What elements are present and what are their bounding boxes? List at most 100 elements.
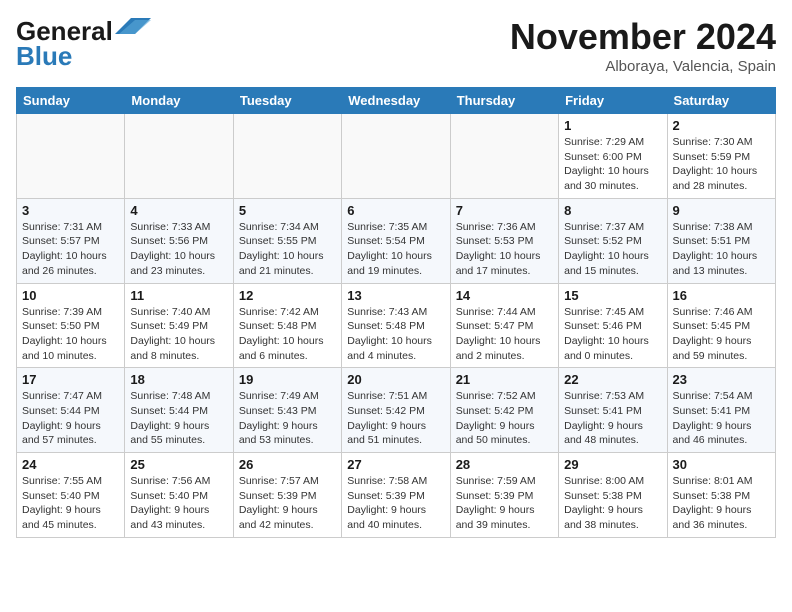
calendar-week-row: 3 Sunrise: 7:31 AM Sunset: 5:57 PM Daylig… [17, 198, 776, 283]
day-number: 29 [564, 457, 661, 472]
day-info: Sunrise: 7:29 AM Sunset: 6:00 PM Dayligh… [564, 135, 661, 194]
day-number: 17 [22, 372, 119, 387]
day-info: Sunrise: 7:47 AM Sunset: 5:44 PM Dayligh… [22, 389, 119, 448]
day-info: Sunrise: 7:31 AM Sunset: 5:57 PM Dayligh… [22, 220, 119, 279]
day-info: Sunrise: 7:57 AM Sunset: 5:39 PM Dayligh… [239, 474, 336, 533]
day-number: 13 [347, 288, 444, 303]
day-number: 8 [564, 203, 661, 218]
day-info: Sunrise: 7:39 AM Sunset: 5:50 PM Dayligh… [22, 305, 119, 364]
day-info: Sunrise: 7:46 AM Sunset: 5:45 PM Dayligh… [673, 305, 770, 364]
calendar-cell: 5 Sunrise: 7:34 AM Sunset: 5:55 PM Daylig… [233, 198, 341, 283]
calendar-cell: 13Sunrise: 7:43 AM Sunset: 5:48 PM Dayli… [342, 283, 450, 368]
calendar-week-row: 1 Sunrise: 7:29 AM Sunset: 6:00 PM Daylig… [17, 114, 776, 199]
day-number: 12 [239, 288, 336, 303]
day-number: 3 [22, 203, 119, 218]
calendar-cell: 1 Sunrise: 7:29 AM Sunset: 6:00 PM Daylig… [559, 114, 667, 199]
calendar-cell: 9Sunrise: 7:38 AM Sunset: 5:51 PM Daylig… [667, 198, 775, 283]
weekday-header-monday: Monday [125, 88, 233, 114]
day-info: Sunrise: 7:33 AM Sunset: 5:56 PM Dayligh… [130, 220, 227, 279]
day-number: 5 [239, 203, 336, 218]
day-number: 22 [564, 372, 661, 387]
calendar-cell: 19 Sunrise: 7:49 AM Sunset: 5:43 PM Dayli… [233, 368, 341, 453]
calendar-cell: 24 Sunrise: 7:55 AM Sunset: 5:40 PM Dayli… [17, 453, 125, 538]
day-info: Sunrise: 7:36 AM Sunset: 5:53 PM Dayligh… [456, 220, 553, 279]
day-info: Sunrise: 7:30 AM Sunset: 5:59 PM Dayligh… [673, 135, 770, 194]
day-info: Sunrise: 7:37 AM Sunset: 5:52 PM Dayligh… [564, 220, 661, 279]
calendar-cell: 25 Sunrise: 7:56 AM Sunset: 5:40 PM Dayli… [125, 453, 233, 538]
day-number: 30 [673, 457, 770, 472]
calendar-cell: 2 Sunrise: 7:30 AM Sunset: 5:59 PM Daylig… [667, 114, 775, 199]
calendar-cell [450, 114, 558, 199]
calendar-cell: 26 Sunrise: 7:57 AM Sunset: 5:39 PM Dayli… [233, 453, 341, 538]
day-number: 24 [22, 457, 119, 472]
logo: General Blue [16, 16, 159, 72]
calendar-cell: 7 Sunrise: 7:36 AM Sunset: 5:53 PM Daylig… [450, 198, 558, 283]
weekday-header-thursday: Thursday [450, 88, 558, 114]
day-number: 4 [130, 203, 227, 218]
weekday-header-tuesday: Tuesday [233, 88, 341, 114]
day-info: Sunrise: 7:35 AM Sunset: 5:54 PM Dayligh… [347, 220, 444, 279]
day-info: Sunrise: 7:34 AM Sunset: 5:55 PM Dayligh… [239, 220, 336, 279]
calendar-cell: 14Sunrise: 7:44 AM Sunset: 5:47 PM Dayli… [450, 283, 558, 368]
calendar-table: SundayMondayTuesdayWednesdayThursdayFrid… [16, 87, 776, 538]
calendar-cell: 23Sunrise: 7:54 AM Sunset: 5:41 PM Dayli… [667, 368, 775, 453]
day-number: 21 [456, 372, 553, 387]
day-number: 20 [347, 372, 444, 387]
weekday-header-wednesday: Wednesday [342, 88, 450, 114]
calendar-week-row: 10 Sunrise: 7:39 AM Sunset: 5:50 PM Dayli… [17, 283, 776, 368]
day-info: Sunrise: 7:56 AM Sunset: 5:40 PM Dayligh… [130, 474, 227, 533]
calendar-cell: 22 Sunrise: 7:53 AM Sunset: 5:41 PM Dayli… [559, 368, 667, 453]
day-info: Sunrise: 7:53 AM Sunset: 5:41 PM Dayligh… [564, 389, 661, 448]
calendar-cell: 6 Sunrise: 7:35 AM Sunset: 5:54 PM Daylig… [342, 198, 450, 283]
day-number: 26 [239, 457, 336, 472]
day-number: 27 [347, 457, 444, 472]
day-number: 6 [347, 203, 444, 218]
calendar-cell: 21 Sunrise: 7:52 AM Sunset: 5:42 PM Dayli… [450, 368, 558, 453]
day-info: Sunrise: 7:44 AM Sunset: 5:47 PM Dayligh… [456, 305, 553, 364]
calendar-cell: 4 Sunrise: 7:33 AM Sunset: 5:56 PM Daylig… [125, 198, 233, 283]
calendar-cell: 15 Sunrise: 7:45 AM Sunset: 5:46 PM Dayli… [559, 283, 667, 368]
day-number: 25 [130, 457, 227, 472]
day-number: 11 [130, 288, 227, 303]
title-block: November 2024 Alboraya, Valencia, Spain [510, 16, 776, 75]
day-info: Sunrise: 7:52 AM Sunset: 5:42 PM Dayligh… [456, 389, 553, 448]
calendar-cell: 30 Sunrise: 8:01 AM Sunset: 5:38 PM Dayli… [667, 453, 775, 538]
day-info: Sunrise: 8:00 AM Sunset: 5:38 PM Dayligh… [564, 474, 661, 533]
calendar-cell: 20Sunrise: 7:51 AM Sunset: 5:42 PM Dayli… [342, 368, 450, 453]
day-number: 2 [673, 118, 770, 133]
day-number: 15 [564, 288, 661, 303]
calendar-cell: 10 Sunrise: 7:39 AM Sunset: 5:50 PM Dayli… [17, 283, 125, 368]
calendar-header-row: SundayMondayTuesdayWednesdayThursdayFrid… [17, 88, 776, 114]
calendar-cell [233, 114, 341, 199]
day-info: Sunrise: 7:49 AM Sunset: 5:43 PM Dayligh… [239, 389, 336, 448]
day-info: Sunrise: 7:55 AM Sunset: 5:40 PM Dayligh… [22, 474, 119, 533]
calendar-week-row: 24 Sunrise: 7:55 AM Sunset: 5:40 PM Dayli… [17, 453, 776, 538]
day-info: Sunrise: 7:38 AM Sunset: 5:51 PM Dayligh… [673, 220, 770, 279]
day-number: 23 [673, 372, 770, 387]
day-info: Sunrise: 7:59 AM Sunset: 5:39 PM Dayligh… [456, 474, 553, 533]
day-info: Sunrise: 7:40 AM Sunset: 5:49 PM Dayligh… [130, 305, 227, 364]
calendar-cell: 18Sunrise: 7:48 AM Sunset: 5:44 PM Dayli… [125, 368, 233, 453]
calendar-cell: 17 Sunrise: 7:47 AM Sunset: 5:44 PM Dayli… [17, 368, 125, 453]
calendar-cell: 29 Sunrise: 8:00 AM Sunset: 5:38 PM Dayli… [559, 453, 667, 538]
day-info: Sunrise: 7:45 AM Sunset: 5:46 PM Dayligh… [564, 305, 661, 364]
day-info: Sunrise: 8:01 AM Sunset: 5:38 PM Dayligh… [673, 474, 770, 533]
calendar-cell [17, 114, 125, 199]
day-number: 18 [130, 372, 227, 387]
day-number: 1 [564, 118, 661, 133]
day-number: 10 [22, 288, 119, 303]
calendar-cell: 11 Sunrise: 7:40 AM Sunset: 5:49 PM Dayli… [125, 283, 233, 368]
day-number: 28 [456, 457, 553, 472]
page-header: General Blue November 2024 Alboraya, Val… [16, 16, 776, 75]
weekday-header-friday: Friday [559, 88, 667, 114]
calendar-cell [342, 114, 450, 199]
calendar-cell: 8 Sunrise: 7:37 AM Sunset: 5:52 PM Daylig… [559, 198, 667, 283]
day-number: 19 [239, 372, 336, 387]
calendar-cell: 16 Sunrise: 7:46 AM Sunset: 5:45 PM Dayli… [667, 283, 775, 368]
location: Alboraya, Valencia, Spain [510, 58, 776, 75]
calendar-cell: 28 Sunrise: 7:59 AM Sunset: 5:39 PM Dayli… [450, 453, 558, 538]
day-number: 7 [456, 203, 553, 218]
day-number: 16 [673, 288, 770, 303]
logo-icon [115, 16, 151, 36]
calendar-cell: 12Sunrise: 7:42 AM Sunset: 5:48 PM Dayli… [233, 283, 341, 368]
